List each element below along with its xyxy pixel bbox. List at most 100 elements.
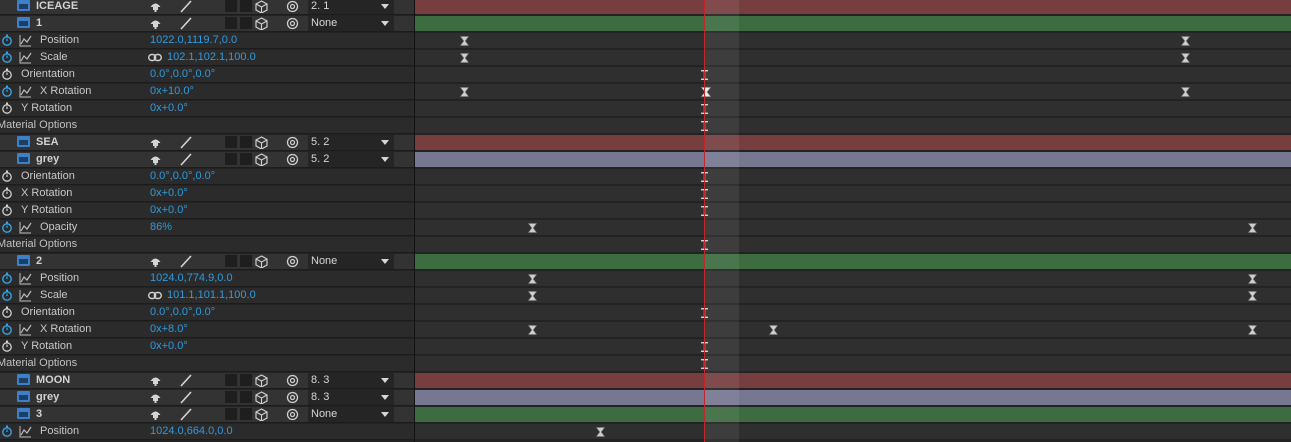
parent-pickwhip-icon[interactable]: [286, 17, 299, 30]
quality-icon[interactable]: [179, 255, 192, 268]
graph-editor-icon[interactable]: [19, 289, 32, 302]
shy-icon[interactable]: [149, 391, 162, 404]
keyframe[interactable]: [768, 325, 779, 335]
graph-editor-icon[interactable]: [19, 272, 32, 285]
graph-editor-icon[interactable]: [19, 425, 32, 438]
stopwatch-icon[interactable]: [1, 289, 13, 301]
shy-icon[interactable]: [149, 374, 162, 387]
stopwatch-icon[interactable]: [1, 204, 13, 216]
property-row[interactable]: Position 1024.0,664.0,0.0: [0, 424, 1291, 440]
keyframe[interactable]: [1180, 53, 1191, 63]
layer-name[interactable]: grey: [36, 391, 59, 403]
keyframe[interactable]: [459, 36, 470, 46]
graph-editor-icon[interactable]: [19, 85, 32, 98]
parent-dropdown[interactable]: None: [308, 407, 394, 422]
property-value[interactable]: 0.0°,0.0°,0.0°: [150, 306, 215, 318]
stopwatch-icon[interactable]: [1, 187, 13, 199]
quality-icon[interactable]: [179, 0, 192, 13]
parent-dropdown[interactable]: None: [308, 16, 394, 31]
keyframe[interactable]: [527, 291, 538, 301]
keyframe[interactable]: [459, 87, 470, 97]
stopwatch-icon[interactable]: [1, 34, 13, 46]
property-row[interactable]: Position 1024.0,774.9,0.0: [0, 271, 1291, 287]
effects-switch[interactable]: [225, 0, 237, 12]
property-row[interactable]: Scale 102.1,102.1,100.0: [0, 50, 1291, 66]
property-row[interactable]: Scale 101.1,101.1,100.0: [0, 288, 1291, 304]
3d-layer-icon[interactable]: [255, 136, 268, 150]
property-value[interactable]: 0x+0.0°: [150, 204, 188, 216]
shy-icon[interactable]: [149, 136, 162, 149]
property-value[interactable]: 0.0°,0.0°,0.0°: [150, 170, 215, 182]
property-row[interactable]: Orientation 0.0°,0.0°,0.0°: [0, 67, 1291, 83]
property-value[interactable]: 1024.0,664.0,0.0: [150, 425, 233, 437]
layer-row[interactable]: 1 None: [0, 16, 1291, 32]
3d-layer-icon[interactable]: [255, 255, 268, 269]
property-value[interactable]: 0x+0.0°: [150, 187, 188, 199]
parent-dropdown[interactable]: 8. 3: [308, 373, 394, 388]
layer-name[interactable]: 3: [36, 408, 42, 420]
3d-layer-icon[interactable]: [255, 391, 268, 405]
motion-blur-switch[interactable]: [240, 255, 252, 267]
property-row[interactable]: Position 1022.0,1119.7,0.0: [0, 33, 1291, 49]
stopwatch-icon[interactable]: [1, 340, 13, 352]
layer-duration-bar[interactable]: [415, 0, 1291, 15]
parent-dropdown[interactable]: 8. 3: [308, 390, 394, 405]
layer-row[interactable]: grey 8. 3: [0, 390, 1291, 406]
property-value[interactable]: 1022.0,1119.7,0.0: [150, 34, 237, 46]
parent-pickwhip-icon[interactable]: [286, 153, 299, 166]
quality-icon[interactable]: [179, 374, 192, 387]
stopwatch-icon[interactable]: [1, 85, 13, 97]
stopwatch-icon[interactable]: [1, 221, 13, 233]
keyframe[interactable]: [1180, 87, 1191, 97]
quality-icon[interactable]: [179, 17, 192, 30]
parent-dropdown[interactable]: 5. 2: [308, 152, 394, 167]
motion-blur-switch[interactable]: [240, 136, 252, 148]
property-row[interactable]: Y Rotation 0x+0.0°: [0, 101, 1291, 117]
stopwatch-icon[interactable]: [1, 272, 13, 284]
stopwatch-icon[interactable]: [1, 425, 13, 437]
keyframe[interactable]: [1247, 291, 1258, 301]
shy-icon[interactable]: [149, 255, 162, 268]
parent-pickwhip-icon[interactable]: [286, 391, 299, 404]
motion-blur-switch[interactable]: [240, 391, 252, 403]
layer-duration-bar[interactable]: [415, 254, 1291, 270]
property-value[interactable]: 101.1,101.1,100.0: [167, 289, 256, 301]
stopwatch-icon[interactable]: [1, 170, 13, 182]
property-row[interactable]: X Rotation 0x+8.0°: [0, 322, 1291, 338]
layer-name[interactable]: grey: [36, 153, 59, 165]
layer-name[interactable]: MOON: [36, 374, 70, 386]
layer-row[interactable]: 2 None: [0, 254, 1291, 270]
layer-row[interactable]: MOON 8. 3: [0, 373, 1291, 389]
effects-switch[interactable]: [225, 255, 237, 267]
effects-switch[interactable]: [225, 408, 237, 420]
stopwatch-icon[interactable]: [1, 51, 13, 63]
property-row[interactable]: Y Rotation 0x+0.0°: [0, 203, 1291, 219]
property-value[interactable]: 0.0°,0.0°,0.0°: [150, 68, 215, 80]
layer-row[interactable]: SEA 5. 2: [0, 135, 1291, 151]
effects-switch[interactable]: [225, 153, 237, 165]
layer-row[interactable]: grey 5. 2: [0, 152, 1291, 168]
parent-pickwhip-icon[interactable]: [286, 408, 299, 421]
layer-name[interactable]: ICEAGE: [36, 0, 78, 12]
constrain-proportions-icon[interactable]: [147, 291, 163, 301]
motion-blur-switch[interactable]: [240, 17, 252, 29]
keyframe[interactable]: [459, 53, 470, 63]
constrain-proportions-icon[interactable]: [147, 53, 163, 63]
shy-icon[interactable]: [149, 0, 162, 13]
keyframe[interactable]: [1247, 274, 1258, 284]
keyframe[interactable]: [527, 223, 538, 233]
property-value[interactable]: 0x+0.0°: [150, 102, 188, 114]
layer-row[interactable]: ICEAGE 2. 1: [0, 0, 1291, 15]
graph-editor-icon[interactable]: [19, 51, 32, 64]
parent-pickwhip-icon[interactable]: [286, 374, 299, 387]
layer-name[interactable]: 2: [36, 255, 42, 267]
layer-name[interactable]: SEA: [36, 136, 59, 148]
effects-switch[interactable]: [225, 136, 237, 148]
parent-pickwhip-icon[interactable]: [286, 0, 299, 13]
property-row[interactable]: Orientation 0.0°,0.0°,0.0°: [0, 305, 1291, 321]
property-row[interactable]: Opacity 86%: [0, 220, 1291, 236]
shy-icon[interactable]: [149, 153, 162, 166]
quality-icon[interactable]: [179, 153, 192, 166]
keyframe[interactable]: [527, 274, 538, 284]
effects-switch[interactable]: [225, 374, 237, 386]
